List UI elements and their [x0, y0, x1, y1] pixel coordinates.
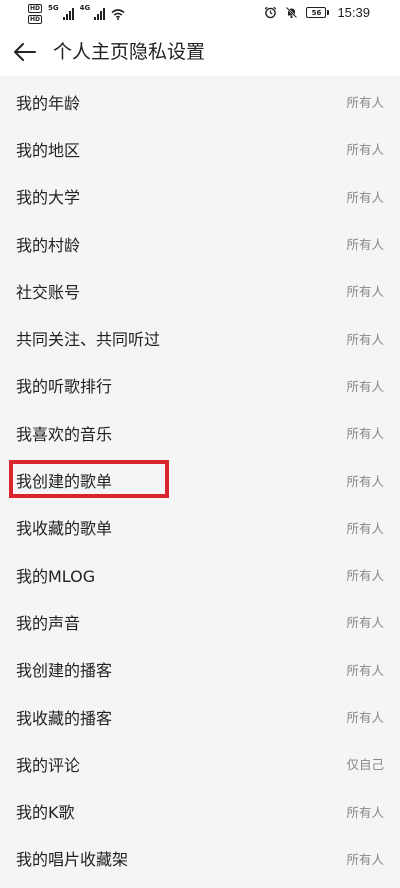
- setting-row-mlog[interactable]: 我的MLOG 所有人: [0, 551, 400, 598]
- setting-row-comments[interactable]: 我的评论 仅自己: [0, 740, 400, 787]
- setting-row-liked-music[interactable]: 我喜欢的音乐 所有人: [0, 409, 400, 456]
- setting-label: 我创建的播客: [16, 661, 113, 681]
- setting-visibility: 所有人: [346, 615, 384, 631]
- setting-row-created-podcasts[interactable]: 我创建的播客 所有人: [0, 646, 400, 693]
- back-button[interactable]: [10, 38, 40, 66]
- setting-row-region[interactable]: 我的地区 所有人: [0, 125, 400, 172]
- setting-row-created-playlists[interactable]: 我创建的歌单 所有人: [0, 456, 400, 503]
- setting-visibility: 所有人: [346, 710, 384, 725]
- setting-row-karaoke[interactable]: 我的K歌 所有人: [0, 787, 400, 834]
- setting-row-saved-podcasts[interactable]: 我收藏的播客 所有人: [0, 693, 400, 740]
- status-time: 15:39: [337, 5, 370, 20]
- setting-label: 我的村龄: [16, 235, 81, 255]
- setting-row-record-shelf[interactable]: 我的唱片收藏架 所有人: [0, 835, 400, 882]
- setting-visibility: 所有人: [346, 568, 384, 584]
- signal-icon: [94, 8, 106, 20]
- battery-level: 56: [306, 7, 327, 18]
- page-title: 个人主页隐私设置: [53, 41, 206, 63]
- setting-visibility: 所有人: [346, 520, 384, 536]
- alarm-icon: [265, 6, 277, 19]
- setting-label: 社交账号: [16, 282, 81, 302]
- setting-label: 我的声音: [16, 613, 81, 633]
- setting-label: 我的K歌: [16, 803, 75, 823]
- arrow-left-icon: [14, 43, 36, 61]
- setting-visibility: 所有人: [346, 662, 384, 678]
- setting-label: 我的听歌排行: [16, 377, 113, 397]
- setting-visibility: 所有人: [346, 189, 384, 205]
- setting-row-social-accounts[interactable]: 社交账号 所有人: [0, 267, 400, 314]
- hd-stack: HD HD: [28, 4, 42, 24]
- setting-row-university[interactable]: 我的大学 所有人: [0, 173, 400, 220]
- setting-visibility: 所有人: [346, 378, 384, 394]
- screen: HD HD 5G 4G 56 15:39 个人主页隐私设置 我的年龄 所有人 我…: [0, 0, 400, 888]
- privacy-settings-list: 我的年龄 所有人 我的地区 所有人 我的大学 所有人 我的村龄 所有人 社交账号 所有人 …: [0, 78, 400, 883]
- wifi-icon: [111, 9, 125, 20]
- setting-row-listening-rank[interactable]: 我的听歌排行 所有人: [0, 362, 400, 409]
- setting-label: 我的MLOG: [16, 566, 96, 586]
- setting-label: 我的地区: [16, 140, 81, 160]
- setting-visibility: 所有人: [346, 851, 384, 867]
- setting-row-voice[interactable]: 我的声音 所有人: [0, 598, 400, 645]
- setting-label: 我的大学: [16, 188, 81, 208]
- setting-visibility: 所有人: [346, 426, 384, 442]
- setting-label: 我的年龄: [16, 93, 81, 113]
- setting-visibility: 所有人: [346, 95, 384, 111]
- setting-row-mutual[interactable]: 共同关注、共同听过 所有人: [0, 314, 400, 361]
- setting-label: 共同关注、共同听过: [16, 330, 161, 350]
- status-bar: HD HD 5G 4G 56 15:39: [0, 0, 400, 28]
- setting-visibility: 所有人: [346, 331, 384, 347]
- mute-bell-icon: [286, 6, 298, 19]
- setting-label: 我喜欢的音乐: [16, 424, 113, 444]
- setting-visibility: 所有人: [346, 237, 384, 253]
- status-left: HD HD 5G 4G: [28, 4, 125, 24]
- hd-badge: HD: [28, 15, 42, 24]
- hd-badge: HD: [28, 4, 42, 13]
- setting-row-saved-playlists[interactable]: 我收藏的歌单 所有人: [0, 504, 400, 551]
- battery-icon: 56: [306, 7, 330, 18]
- header-bar: 个人主页隐私设置: [0, 28, 400, 76]
- setting-label: 我的唱片收藏架: [16, 850, 129, 870]
- setting-label: 我收藏的播客: [16, 708, 113, 728]
- setting-visibility: 所有人: [346, 804, 384, 820]
- setting-row-age[interactable]: 我的年龄 所有人: [0, 78, 400, 125]
- setting-visibility: 仅自己: [346, 757, 384, 773]
- setting-label: 我创建的歌单: [16, 472, 113, 492]
- status-right: 56 15:39: [264, 5, 370, 20]
- signal-icon: [62, 8, 74, 20]
- setting-label: 我收藏的歌单: [16, 519, 113, 539]
- setting-visibility: 所有人: [346, 142, 384, 158]
- network-type: 5G: [48, 4, 59, 12]
- setting-row-membership-age[interactable]: 我的村龄 所有人: [0, 220, 400, 267]
- setting-label: 我的评论: [16, 755, 81, 775]
- setting-visibility: 所有人: [346, 284, 384, 300]
- setting-visibility: 所有人: [346, 473, 384, 489]
- network-type: 4G: [79, 4, 91, 12]
